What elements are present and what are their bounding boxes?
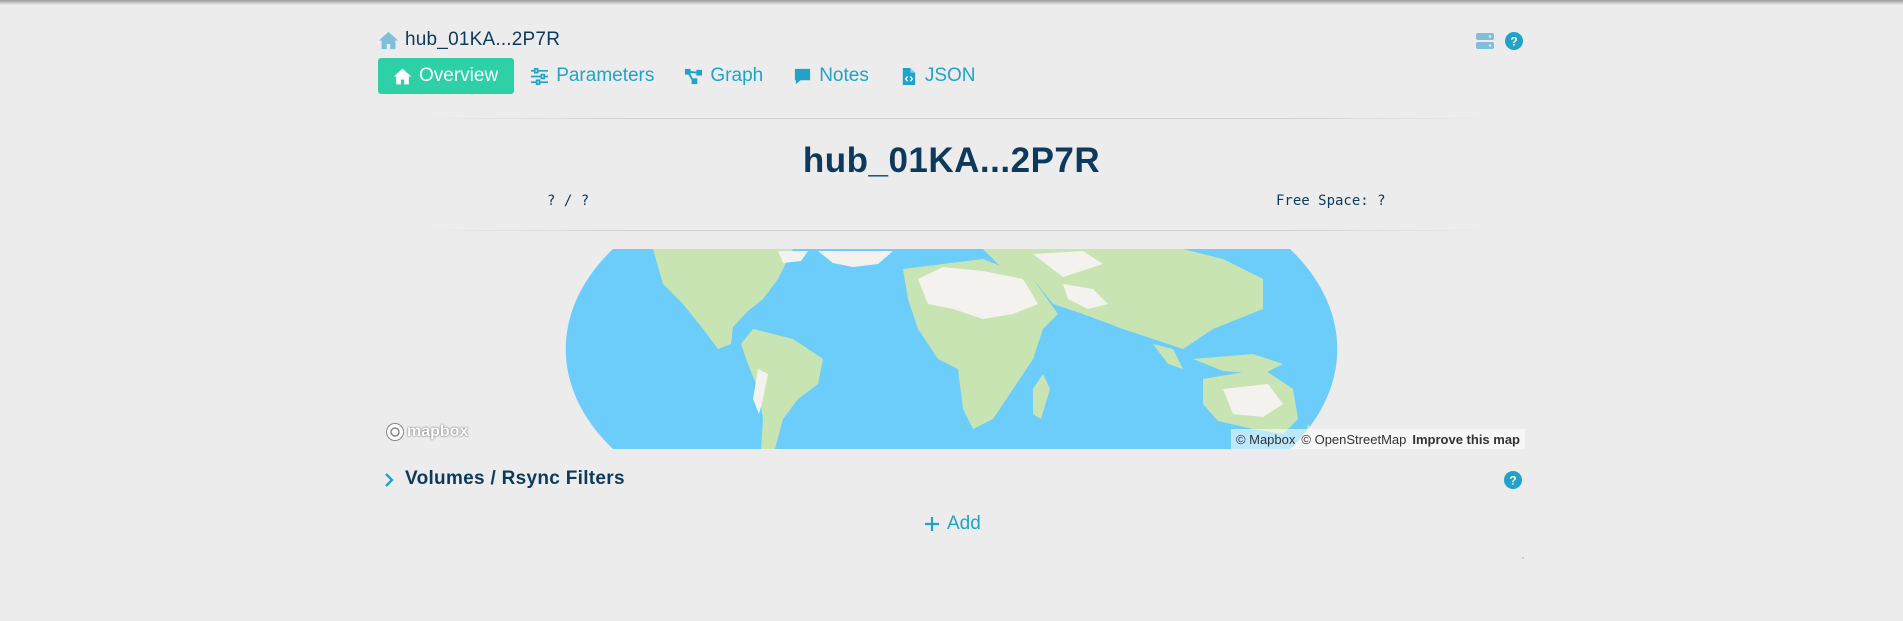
home-icon [379, 31, 398, 49]
page-container: hub_01KA...2P7R ? Overview Parameters Gr… [378, 0, 1525, 621]
comment-icon [795, 68, 811, 84]
volumes-section-header[interactable]: Volumes / Rsync Filters ? [378, 468, 1525, 492]
chevron-right-icon[interactable] [382, 471, 396, 489]
tab-bar: Overview Parameters Graph Notes JSON [378, 58, 991, 94]
tab-graph[interactable]: Graph [669, 58, 778, 94]
mapbox-logo[interactable]: mapbox [385, 422, 468, 442]
free-space-text: Free Space: ? [1276, 193, 1386, 209]
help-icon[interactable]: ? [1503, 470, 1523, 490]
plus-icon [925, 517, 939, 531]
file-code-icon [902, 67, 915, 85]
map-attribution: © Mapbox © OpenStreetMap Improve this ma… [1230, 429, 1525, 449]
divider [418, 230, 1498, 231]
add-button-label: Add [947, 513, 981, 534]
svg-text:?: ? [1509, 474, 1516, 488]
map-canvas[interactable] [563, 249, 1340, 449]
improve-map-link[interactable]: Improve this map [1412, 432, 1520, 447]
home-icon [393, 68, 412, 84]
tab-label: Parameters [556, 65, 655, 86]
help-icon[interactable]: ? [1504, 31, 1524, 51]
top-toolbar: ? [1475, 31, 1524, 51]
breadcrumb-label: hub_01KA...2P7R [405, 29, 561, 50]
tab-json[interactable]: JSON [884, 58, 991, 94]
usage-text: ? / ? [547, 193, 590, 209]
tab-label: JSON [924, 65, 976, 86]
sliders-icon [531, 67, 549, 85]
tab-label: Overview [419, 65, 499, 86]
tab-label: Graph [710, 65, 764, 86]
add-button[interactable]: Add [923, 513, 981, 535]
attribution-osm-link[interactable]: © OpenStreetMap [1301, 432, 1406, 447]
graph-icon [685, 68, 703, 84]
tab-notes[interactable]: Notes [778, 58, 884, 94]
divider [418, 118, 1498, 119]
section-title: Volumes / Rsync Filters [405, 468, 625, 489]
world-map[interactable]: mapbox © Mapbox © OpenStreetMap Improve … [378, 249, 1525, 449]
attribution-mapbox-link[interactable]: © Mapbox [1236, 432, 1295, 447]
svg-text:?: ? [1510, 35, 1517, 49]
tab-parameters[interactable]: Parameters [522, 58, 669, 94]
mapbox-logo-icon [386, 423, 404, 441]
server-icon[interactable] [1475, 31, 1495, 51]
breadcrumb: hub_01KA...2P7R [378, 29, 560, 51]
page-title: hub_01KA...2P7R [802, 141, 1101, 180]
mapbox-logo-text: mapbox [407, 423, 469, 440]
tab-overview[interactable]: Overview [378, 58, 515, 94]
decorative-dot [1522, 557, 1524, 559]
tab-label: Notes [819, 65, 869, 86]
